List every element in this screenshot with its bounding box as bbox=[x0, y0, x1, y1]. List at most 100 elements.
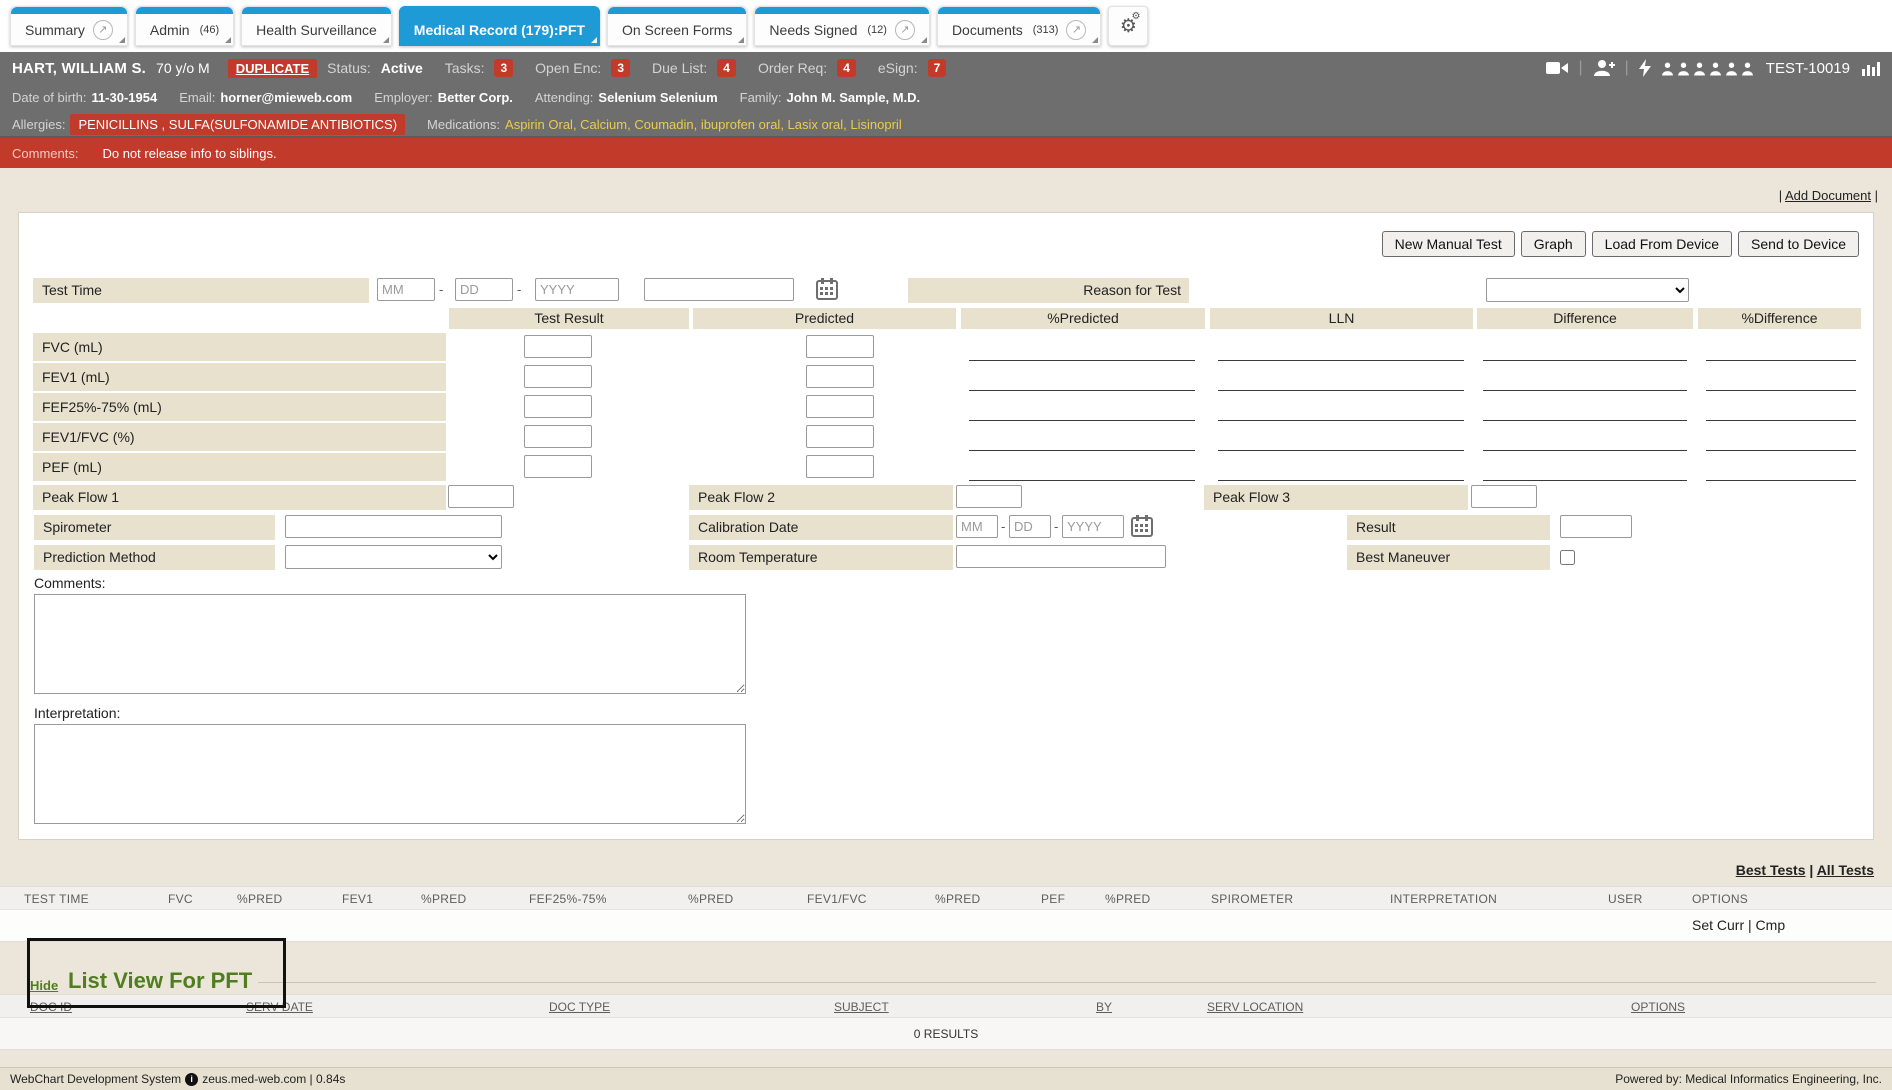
tab-health-surveillance-label: Health Surveillance bbox=[256, 22, 377, 38]
fvc-test-result-input[interactable] bbox=[524, 335, 592, 358]
tab-medical-record-label: Medical Record (179):PFT bbox=[414, 22, 585, 38]
col-predicted: Predicted bbox=[693, 308, 956, 329]
fvc-predicted-input[interactable] bbox=[806, 335, 874, 358]
fef-predicted-input[interactable] bbox=[806, 395, 874, 418]
test-time-yyyy-input[interactable] bbox=[535, 278, 619, 301]
results-count: 0 RESULTS bbox=[914, 1027, 978, 1041]
all-tests-link[interactable]: All Tests bbox=[1817, 862, 1874, 878]
chart-id: TEST-10019 bbox=[1766, 60, 1850, 77]
col-pct-pred-3: %PRED bbox=[688, 892, 734, 906]
calendar-icon[interactable] bbox=[816, 278, 838, 300]
tab-admin[interactable]: Admin (46) bbox=[135, 6, 234, 46]
graph-button[interactable]: Graph bbox=[1521, 231, 1586, 257]
lightning-icon[interactable] bbox=[1639, 59, 1651, 77]
prediction-method-label: Prediction Method bbox=[34, 545, 275, 570]
fev1-fvc-test-result-input[interactable] bbox=[524, 425, 592, 448]
esign-label: eSign: bbox=[878, 60, 918, 76]
col-fev1: FEV1 bbox=[342, 892, 373, 906]
open-enc-label: Open Enc: bbox=[535, 60, 601, 76]
external-link-icon[interactable]: ↗ bbox=[895, 20, 915, 40]
fev1-fvc-pct-predicted-line bbox=[969, 450, 1195, 451]
pef-predicted-input[interactable] bbox=[806, 455, 874, 478]
room-temperature-input[interactable] bbox=[956, 545, 1166, 568]
peak-flow-2-label: Peak Flow 2 bbox=[689, 485, 953, 510]
col-by[interactable]: BY bbox=[1096, 1000, 1112, 1014]
attending-label: Attending: bbox=[535, 90, 594, 105]
col-fev1-fvc: FEV1/FVC bbox=[807, 892, 867, 906]
tab-needs-signed[interactable]: Needs Signed (12) ↗ bbox=[754, 6, 930, 46]
tasks-label: Tasks: bbox=[445, 60, 485, 76]
prediction-method-select[interactable] bbox=[285, 545, 502, 569]
best-tests-link[interactable]: Best Tests bbox=[1736, 862, 1806, 878]
col-test-time: TEST TIME bbox=[24, 892, 89, 906]
fev1-test-result-input[interactable] bbox=[524, 365, 592, 388]
date-dash: - bbox=[1054, 519, 1058, 534]
tab-health-surveillance[interactable]: Health Surveillance bbox=[241, 6, 392, 46]
bar-chart-icon[interactable] bbox=[1862, 60, 1880, 76]
external-link-icon[interactable]: ↗ bbox=[1066, 20, 1086, 40]
peak-flow-3-label: Peak Flow 3 bbox=[1204, 485, 1468, 510]
open-enc-badge[interactable]: 3 bbox=[611, 59, 630, 77]
tab-medical-record[interactable]: Medical Record (179):PFT bbox=[399, 6, 600, 46]
dob-value: 11-30-1954 bbox=[91, 90, 157, 105]
due-list-badge[interactable]: 4 bbox=[717, 59, 736, 77]
test-time-dd-input[interactable] bbox=[455, 278, 513, 301]
calibration-mm-input[interactable] bbox=[956, 515, 998, 538]
calibration-dd-input[interactable] bbox=[1009, 515, 1051, 538]
fev1-predicted-input[interactable] bbox=[806, 365, 874, 388]
fef-test-result-input[interactable] bbox=[524, 395, 592, 418]
settings-gear-icon[interactable]: ⚙⚙ bbox=[1108, 6, 1148, 46]
tab-summary[interactable]: Summary ↗ bbox=[10, 6, 128, 46]
info-icon[interactable]: i bbox=[185, 1073, 198, 1086]
medications-value: Aspirin Oral, Calcium, Coumadin, ibuprof… bbox=[505, 117, 902, 132]
col-doc-type[interactable]: DOC TYPE bbox=[549, 1000, 610, 1014]
reason-for-test-select[interactable] bbox=[1486, 278, 1689, 302]
col-pct-pred-5: %PRED bbox=[1105, 892, 1151, 906]
family-label: Family: bbox=[740, 90, 782, 105]
spirometer-input[interactable] bbox=[285, 515, 502, 538]
comments-textarea[interactable] bbox=[34, 594, 746, 694]
peak-flow-2-input[interactable] bbox=[956, 485, 1022, 508]
tests-links: Best Tests | All Tests bbox=[1736, 862, 1874, 878]
peak-flow-3-input[interactable] bbox=[1471, 485, 1537, 508]
calibration-yyyy-input[interactable] bbox=[1062, 515, 1124, 538]
best-maneuver-checkbox[interactable] bbox=[1560, 550, 1575, 565]
duplicate-flag[interactable]: DUPLICATE bbox=[228, 59, 317, 78]
tasks-badge[interactable]: 3 bbox=[494, 59, 513, 77]
peak-flow-1-input[interactable] bbox=[448, 485, 514, 508]
col-doc-options[interactable]: OPTIONS bbox=[1631, 1000, 1685, 1014]
pef-difference-line bbox=[1483, 480, 1687, 481]
add-document-link[interactable]: Add Document bbox=[1785, 188, 1871, 203]
patient-group-icons[interactable] bbox=[1661, 61, 1754, 76]
col-serv-location[interactable]: SERV LOCATION bbox=[1207, 1000, 1303, 1014]
external-link-icon[interactable]: ↗ bbox=[93, 20, 113, 40]
load-from-device-button[interactable]: Load From Device bbox=[1592, 231, 1732, 257]
tab-documents[interactable]: Documents (313) ↗ bbox=[937, 6, 1102, 46]
col-subject[interactable]: SUBJECT bbox=[834, 1000, 889, 1014]
fev1-lln-line bbox=[1218, 390, 1464, 391]
tab-on-screen-forms[interactable]: On Screen Forms bbox=[607, 6, 747, 46]
fev1-fvc-predicted-input[interactable] bbox=[806, 425, 874, 448]
new-manual-test-button[interactable]: New Manual Test bbox=[1382, 231, 1515, 257]
send-to-device-button[interactable]: Send to Device bbox=[1738, 231, 1859, 257]
fev1-fvc-lln-line bbox=[1218, 450, 1464, 451]
fev1-pct-difference-line bbox=[1706, 390, 1856, 391]
pef-test-result-input[interactable] bbox=[524, 455, 592, 478]
test-time-time-input[interactable] bbox=[644, 278, 794, 301]
divider: | bbox=[1578, 59, 1582, 77]
order-req-badge[interactable]: 4 bbox=[837, 59, 856, 77]
cmp-link[interactable]: Cmp bbox=[1756, 917, 1786, 933]
test-time-mm-input[interactable] bbox=[377, 278, 435, 301]
col-fef: FEF25%-75% bbox=[529, 892, 607, 906]
calendar-icon[interactable] bbox=[1131, 515, 1153, 537]
col-pef: PEF bbox=[1041, 892, 1065, 906]
peak-flow-1-label: Peak Flow 1 bbox=[33, 485, 446, 510]
result-input[interactable] bbox=[1560, 515, 1632, 538]
medications-label: Medications: bbox=[427, 117, 500, 132]
interpretation-textarea[interactable] bbox=[34, 724, 746, 824]
zero-results-row: 0 RESULTS bbox=[0, 1018, 1892, 1050]
set-curr-link[interactable]: Set Curr bbox=[1692, 917, 1744, 933]
add-user-icon[interactable] bbox=[1593, 59, 1615, 77]
video-camera-icon[interactable] bbox=[1546, 60, 1568, 76]
esign-badge[interactable]: 7 bbox=[928, 59, 947, 77]
